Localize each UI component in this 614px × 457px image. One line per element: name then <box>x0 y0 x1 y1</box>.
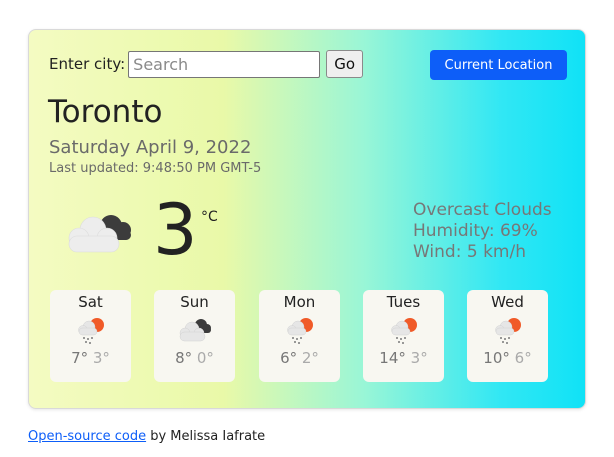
forecast-low: 2° <box>301 349 319 367</box>
go-button[interactable]: Go <box>326 50 364 78</box>
footer: Open-source code by Melissa Iafrate <box>28 429 265 444</box>
forecast-low: 3° <box>92 349 110 367</box>
forecast-low: 6° <box>514 349 532 367</box>
current-date: Saturday April 9, 2022 <box>49 137 252 158</box>
rain-sun-icon <box>390 318 417 344</box>
forecast-day-name: Tues <box>386 293 421 311</box>
last-updated: Last updated: 9:48:50 PM GMT-5 <box>49 161 262 176</box>
rain-sun-icon <box>77 318 104 344</box>
forecast-day: Sun 8° 0° <box>154 290 235 382</box>
temperature-unit: °C <box>201 209 218 225</box>
forecast-temps: 10° 6° <box>467 349 548 367</box>
forecast-temps: 8° 0° <box>154 349 235 367</box>
forecast-high: 14° <box>379 349 406 367</box>
forecast-high: 10° <box>483 349 510 367</box>
forecast-day-name: Wed <box>491 293 524 311</box>
forecast-low: 0° <box>196 349 214 367</box>
rain-sun-icon <box>286 318 313 344</box>
city-name: Toronto <box>48 94 163 130</box>
forecast-temps: 14° 3° <box>363 349 444 367</box>
forecast-day: Wed 10° 6° <box>467 290 548 382</box>
humidity: Humidity: 69% <box>413 221 538 241</box>
forecast-temps: 6° 2° <box>259 349 340 367</box>
forecast-high: 6° <box>280 349 298 367</box>
weather-description: Overcast Clouds <box>413 200 552 220</box>
search-label: Enter city: <box>49 55 126 73</box>
footer-credit: by Melissa Iafrate <box>146 429 266 444</box>
forecast-temps: 7° 3° <box>50 349 131 367</box>
rain-sun-icon <box>494 318 521 344</box>
forecast-day: Tues 14° 3° <box>363 290 444 382</box>
weather-card: Enter city: Go Current Location Toronto … <box>28 29 586 409</box>
forecast-day-name: Mon <box>283 293 316 311</box>
forecast-high: 7° <box>71 349 89 367</box>
cloudy-icon <box>68 215 131 253</box>
open-source-link[interactable]: Open-source code <box>28 429 146 444</box>
cloudy-icon <box>179 319 211 342</box>
forecast-day-name: Sat <box>78 293 103 311</box>
forecast-high: 8° <box>175 349 193 367</box>
forecast-day: Mon 6° 2° <box>259 290 340 382</box>
wind-speed: Wind: 5 km/h <box>413 242 526 262</box>
forecast-day: Sat 7° 3° <box>50 290 131 382</box>
forecast-day-name: Sun <box>180 293 209 311</box>
search-form: Enter city: Go <box>49 50 364 78</box>
current-temperature: 3 <box>153 189 198 271</box>
forecast-low: 3° <box>410 349 428 367</box>
conditions-panel: Overcast Clouds Humidity: 69% Wind: 5 km… <box>413 200 552 263</box>
search-input[interactable] <box>128 50 321 78</box>
current-location-button[interactable]: Current Location <box>430 50 567 80</box>
